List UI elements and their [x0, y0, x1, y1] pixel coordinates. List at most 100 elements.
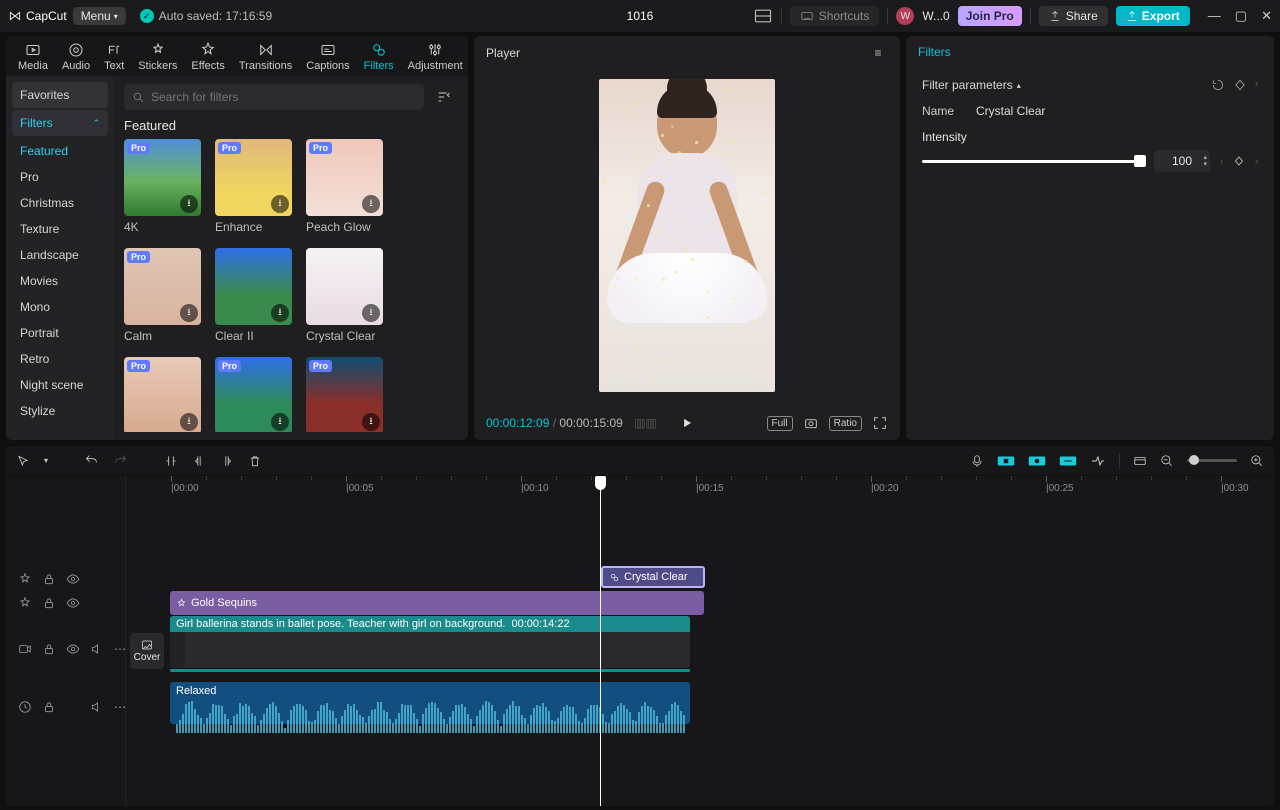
avatar[interactable]: W — [896, 7, 914, 25]
sidebar-item-retro[interactable]: Retro — [12, 346, 108, 372]
main-track-magnet-icon[interactable] — [997, 454, 1015, 468]
lock-icon[interactable] — [42, 700, 56, 714]
intensity-slider[interactable] — [922, 160, 1144, 163]
menu-button[interactable]: Menu▾ — [73, 7, 126, 25]
audio-track-controls[interactable]: ⋯ — [6, 700, 126, 714]
properties-tab-filters[interactable]: Filters — [906, 36, 1274, 68]
timeline-filter-clip[interactable]: Crystal Clear — [601, 566, 705, 588]
zoom-in-icon[interactable] — [1250, 454, 1264, 468]
sidebar-filters-group[interactable]: Filters⌃ — [12, 110, 108, 136]
effects-track-controls[interactable] — [6, 572, 126, 586]
filter-thumb[interactable]: Pro⭳4K — [124, 139, 201, 234]
asset-tab-audio[interactable]: Audio — [60, 39, 92, 76]
sidebar-item-portrait[interactable]: Portrait — [12, 320, 108, 346]
minimize-button[interactable]: — — [1208, 8, 1221, 24]
download-icon[interactable]: ⭳ — [271, 195, 289, 213]
more-icon[interactable]: ⋯ — [114, 700, 126, 714]
timeline-video-clip[interactable] — [170, 632, 690, 668]
player-stage[interactable] — [474, 64, 900, 406]
sidebar-item-featured[interactable]: Featured — [12, 138, 108, 164]
clear-cache-icon[interactable] — [1133, 454, 1147, 468]
asset-tab-stickers[interactable]: Stickers — [136, 39, 179, 76]
intensity-value[interactable]: 100 ▴▾ — [1154, 150, 1210, 172]
export-button[interactable]: Export — [1116, 6, 1190, 26]
filter-thumb[interactable]: ⭳Clear II — [215, 248, 292, 343]
snapshot-icon[interactable] — [803, 415, 819, 431]
visibility-icon[interactable] — [66, 572, 80, 586]
delete-icon[interactable] — [248, 454, 262, 468]
timeline-effect-clip[interactable]: Gold Sequins — [170, 591, 704, 615]
search-input[interactable] — [151, 90, 416, 104]
download-icon[interactable]: ⭳ — [180, 413, 198, 431]
sidebar-item-mono[interactable]: Mono — [12, 294, 108, 320]
keyframe-icon[interactable] — [1233, 78, 1247, 92]
sidebar-item-stylize[interactable]: Stylize — [12, 398, 108, 424]
asset-tab-effects[interactable]: Effects — [189, 39, 226, 76]
record-icon[interactable] — [970, 454, 984, 468]
maximize-button[interactable]: ▢ — [1235, 8, 1247, 24]
timeline-ruler[interactable]: |00:00|00:05|00:10|00:15|00:20|00:25|00:… — [126, 476, 1274, 498]
sidebar-item-pro[interactable]: Pro — [12, 164, 108, 190]
visibility-icon[interactable] — [66, 642, 80, 656]
preview-axis-icon[interactable] — [1090, 454, 1106, 468]
asset-tab-captions[interactable]: Captions — [304, 39, 351, 76]
keyframe-icon[interactable] — [1233, 155, 1245, 167]
lock-icon[interactable] — [42, 642, 56, 656]
auto-snap-icon[interactable] — [1028, 454, 1046, 468]
trim-left-icon[interactable] — [192, 454, 206, 468]
mute-icon[interactable] — [90, 642, 104, 656]
search-input-wrap[interactable] — [124, 84, 424, 110]
download-icon[interactable]: ⭳ — [362, 195, 380, 213]
layout-icon[interactable] — [753, 6, 773, 26]
play-button[interactable] — [680, 416, 694, 430]
more-icon[interactable]: ⋯ — [114, 642, 126, 656]
zoom-slider[interactable] — [1187, 459, 1237, 462]
download-icon[interactable]: ⭳ — [362, 413, 380, 431]
asset-tab-transitions[interactable]: Transitions — [237, 39, 294, 76]
filter-thumb[interactable]: Pro⭳Cyan Red — [306, 357, 383, 432]
visibility-icon[interactable] — [66, 596, 80, 610]
download-icon[interactable]: ⭳ — [271, 413, 289, 431]
sidebar-item-night-scene[interactable]: Night scene — [12, 372, 108, 398]
tool-dropdown-icon[interactable]: ▾ — [44, 456, 48, 465]
filter-thumb[interactable]: Pro⭳Enhance — [215, 139, 292, 234]
ratio-button[interactable]: Ratio — [829, 416, 862, 431]
video-track-controls[interactable]: ⋯ — [6, 642, 126, 656]
filter-thumb[interactable]: Pro⭳Peach Glow — [306, 139, 383, 234]
timeline-video-title[interactable]: Girl ballerina stands in ballet pose. Te… — [170, 616, 690, 632]
timeline-audio-clip[interactable]: Relaxed — [170, 682, 690, 724]
chevron-up-icon[interactable]: ▴ — [1017, 81, 1021, 90]
lock-icon[interactable] — [42, 572, 56, 586]
timeline-tracks[interactable]: |00:00|00:05|00:10|00:15|00:20|00:25|00:… — [126, 476, 1274, 806]
filter-thumb[interactable]: Pro⭳Calm — [124, 248, 201, 343]
close-button[interactable]: ✕ — [1261, 8, 1272, 24]
asset-tab-filters[interactable]: Filters — [362, 39, 396, 76]
linkage-icon[interactable] — [1059, 454, 1077, 468]
trim-right-icon[interactable] — [220, 454, 234, 468]
timeline-video-audio-strip[interactable] — [170, 669, 690, 672]
shortcuts-button[interactable]: Shortcuts — [790, 6, 880, 26]
sort-button[interactable] — [430, 84, 458, 110]
filter-thumb[interactable]: Pro⭳Maldives — [215, 357, 292, 432]
selection-tool-icon[interactable] — [16, 454, 30, 468]
asset-tab-text[interactable]: Text — [102, 39, 126, 76]
download-icon[interactable]: ⭳ — [362, 304, 380, 322]
sidebar-favorites[interactable]: Favorites — [12, 82, 108, 108]
asset-tab-adjustment[interactable]: Adjustment — [406, 39, 465, 76]
playhead[interactable] — [600, 476, 601, 806]
filter-thumb[interactable]: ⭳Crystal Clear — [306, 248, 383, 343]
asset-tab-media[interactable]: Media — [16, 39, 50, 76]
sidebar-item-christmas[interactable]: Christmas — [12, 190, 108, 216]
download-icon[interactable]: ⭳ — [180, 304, 198, 322]
effects-track-controls-2[interactable] — [6, 596, 126, 610]
zoom-out-icon[interactable] — [1160, 454, 1174, 468]
share-button[interactable]: Share — [1039, 6, 1108, 26]
mute-icon[interactable] — [90, 700, 104, 714]
full-button[interactable]: Full — [767, 416, 793, 431]
split-icon[interactable] — [164, 454, 178, 468]
undo-icon[interactable] — [84, 453, 99, 468]
reset-icon[interactable] — [1211, 78, 1225, 92]
sidebar-item-movies[interactable]: Movies — [12, 268, 108, 294]
compare-icon[interactable]: ▥▥ — [634, 416, 657, 430]
download-icon[interactable]: ⭳ — [180, 195, 198, 213]
